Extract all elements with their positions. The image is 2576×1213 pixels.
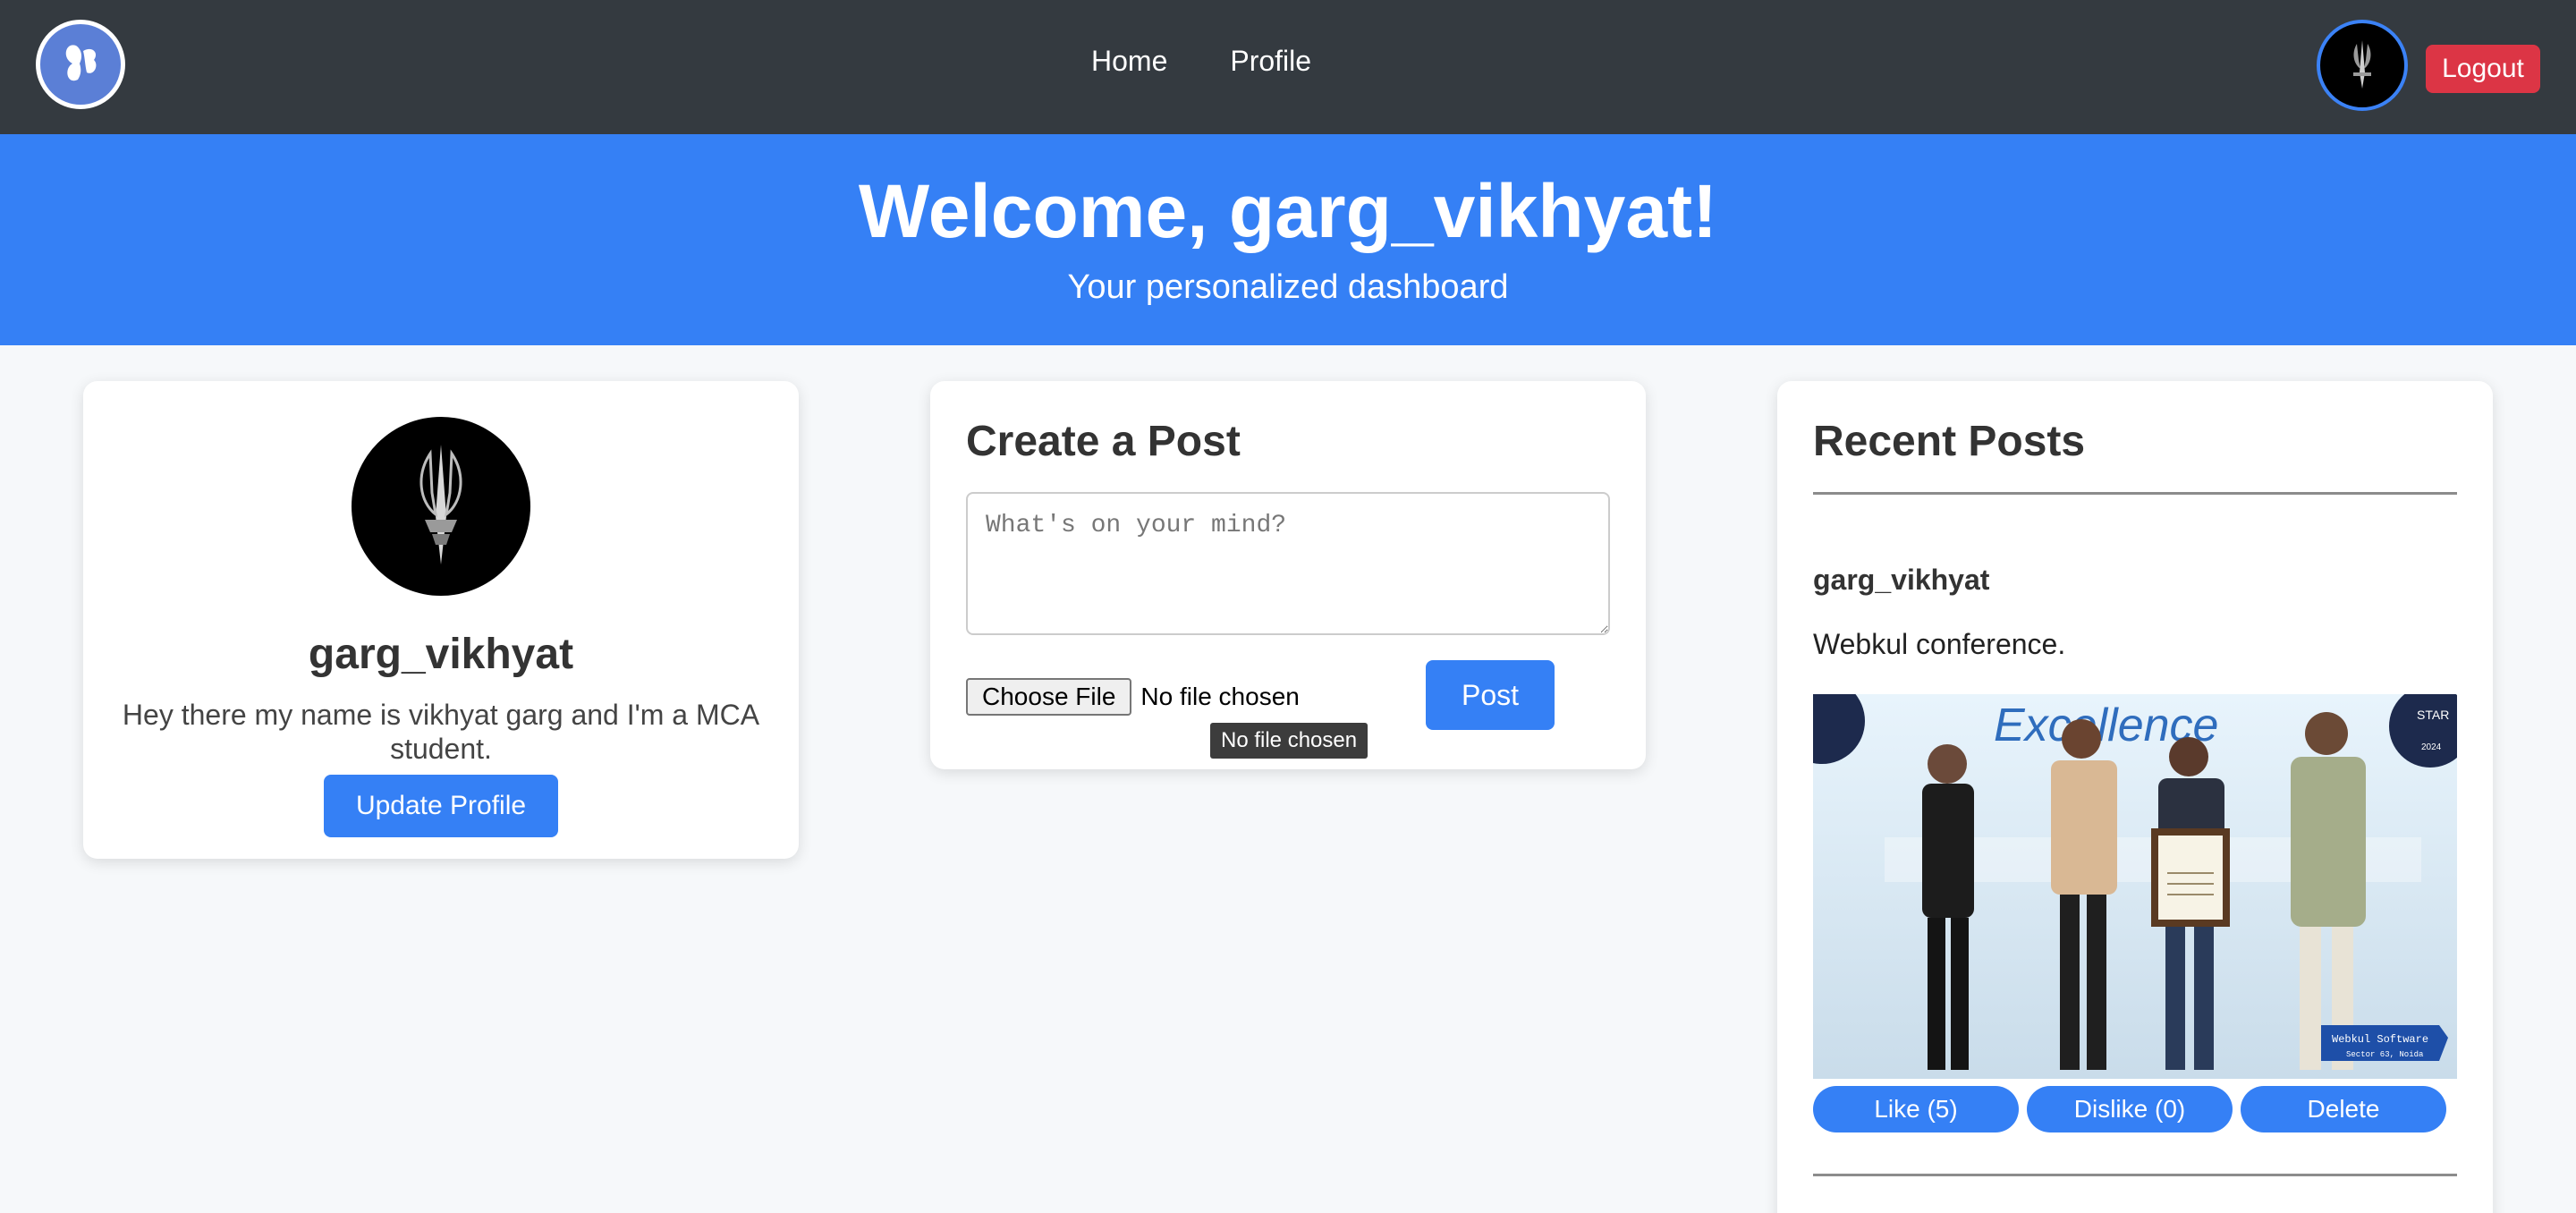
- divider: [1813, 1174, 2457, 1176]
- profile-bio: Hey there my name is vikhyat garg and I'…: [122, 699, 760, 765]
- profile-avatar: [352, 417, 530, 596]
- dislike-button[interactable]: Dislike (0): [2027, 1086, 2233, 1132]
- image-star-year: 2024: [2421, 742, 2442, 752]
- file-input: Choose File No file chosen: [966, 678, 1300, 716]
- welcome-subtitle: Your personalized dashboard: [1067, 268, 1509, 306]
- choose-file-button[interactable]: Choose File: [966, 678, 1132, 716]
- image-badge-line2: Sector 63, Noida: [2346, 1050, 2424, 1059]
- file-tooltip: No file chosen: [1210, 723, 1368, 759]
- create-post-heading: Create a Post: [966, 418, 1241, 465]
- navbar: Home Profile Logout: [0, 0, 2576, 134]
- profile-username: garg_vikhyat: [308, 631, 574, 678]
- nav-avatar[interactable]: [2317, 20, 2408, 111]
- nav-link-profile[interactable]: Profile: [1230, 45, 1311, 78]
- profile-card: garg_vikhyat Hey there my name is vikhya…: [83, 381, 799, 859]
- file-status: No file chosen: [1140, 683, 1300, 710]
- welcome-title: Welcome, garg_vikhyat!: [858, 169, 1718, 253]
- image-badge-line1: Webkul Software: [2332, 1033, 2428, 1046]
- emblem-icon: [2353, 40, 2371, 89]
- post-author: garg_vikhyat: [1813, 564, 1990, 596]
- recent-posts-heading: Recent Posts: [1813, 418, 2086, 465]
- create-post-card: Create a Post Choose File No file chosen…: [930, 381, 1646, 769]
- delete-button[interactable]: Delete: [2241, 1086, 2446, 1132]
- emblem-icon: [419, 445, 462, 564]
- image-star-badge: STAR: [2417, 708, 2449, 722]
- post-text: Webkul conference.: [1813, 628, 2066, 660]
- nav-link-home[interactable]: Home: [1091, 45, 1167, 78]
- post-button[interactable]: Post: [1426, 660, 1555, 730]
- nav-links: Home Profile: [1091, 45, 1311, 78]
- post-actions: Like (5) Dislike (0) Delete: [1813, 1086, 2446, 1132]
- brand-logo-icon[interactable]: [36, 20, 125, 109]
- like-button[interactable]: Like (5): [1813, 1086, 2019, 1132]
- recent-posts-card: Recent Posts garg_vikhyat Webkul confere…: [1777, 381, 2493, 1213]
- logout-button[interactable]: Logout: [2426, 45, 2540, 93]
- hero-banner: Welcome, garg_vikhyat! Your personalized…: [0, 134, 2576, 345]
- post-image: STAR 2024 Excellence Webkul Software Sec…: [1813, 694, 2457, 1079]
- update-profile-button[interactable]: Update Profile: [324, 775, 558, 837]
- divider: [1813, 492, 2457, 495]
- post-textarea[interactable]: [966, 492, 1610, 635]
